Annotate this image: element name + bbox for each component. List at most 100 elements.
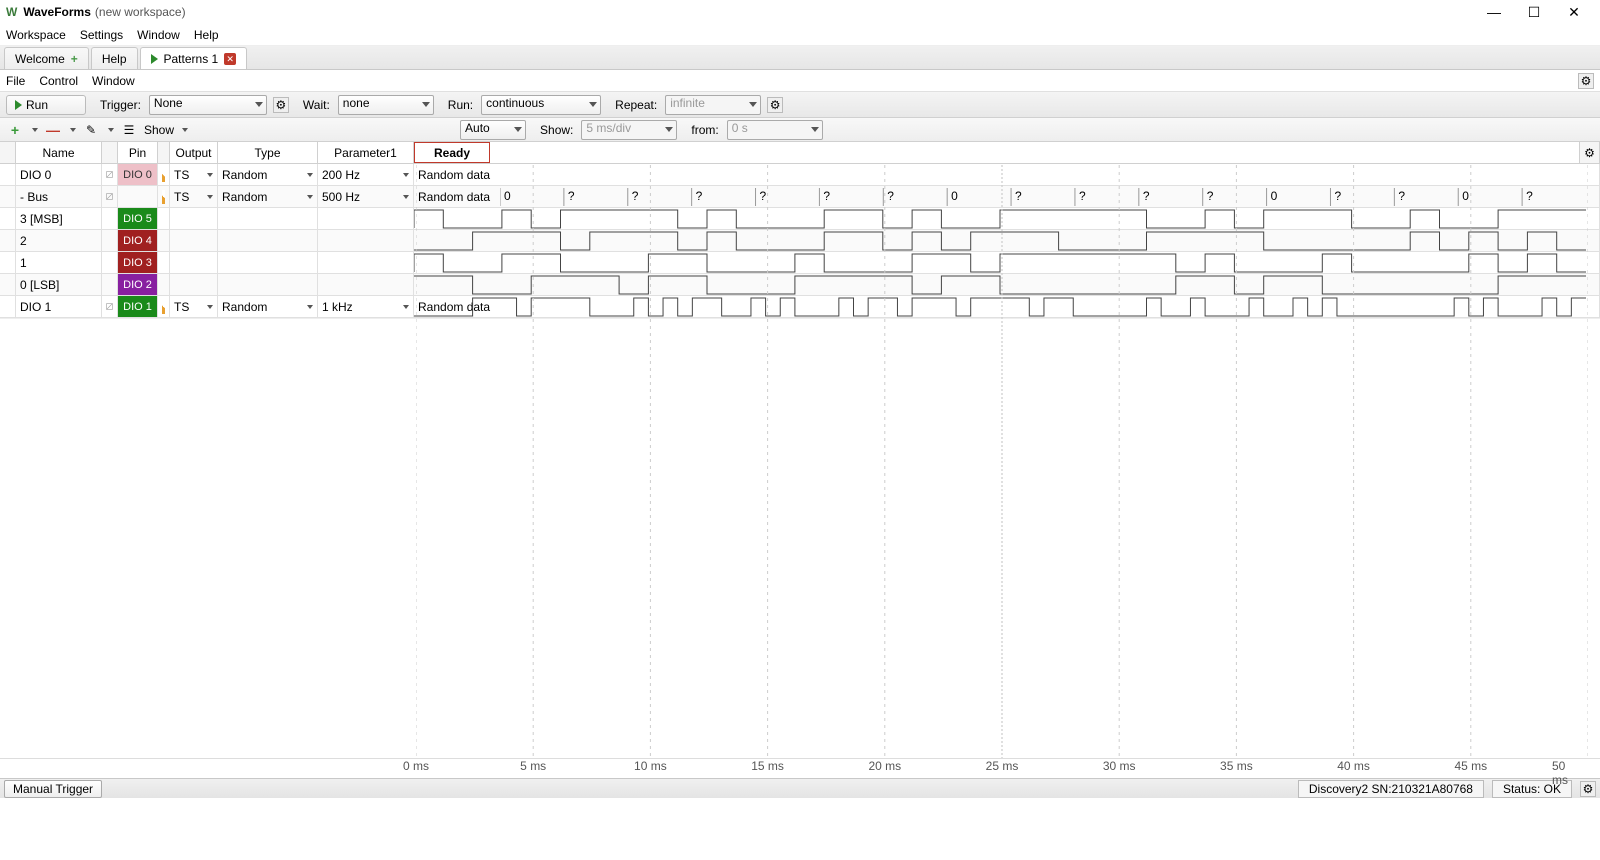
tab-welcome[interactable]: Welcome +	[4, 47, 89, 69]
menu-help[interactable]: Help	[194, 28, 219, 42]
run-label: Run	[26, 98, 48, 112]
trigger-icon[interactable]	[102, 274, 118, 295]
type-select[interactable]: Random	[218, 186, 318, 207]
edit-icon[interactable]	[158, 230, 170, 251]
tab-patterns[interactable]: Patterns 1 ✕	[140, 47, 248, 69]
auto-value: Auto	[465, 121, 490, 135]
expand-cell[interactable]	[0, 186, 16, 207]
param-select[interactable]: 200 Hz	[318, 164, 414, 185]
edit-icon[interactable]	[158, 186, 170, 207]
name-column[interactable]: Name	[16, 142, 102, 163]
menu-workspace[interactable]: Workspace	[6, 28, 66, 42]
runmode-select[interactable]: continuous	[481, 95, 601, 115]
icon-column	[102, 142, 118, 163]
signal-name[interactable]: 1	[16, 252, 102, 273]
edit-icon[interactable]	[158, 296, 170, 317]
trigger-settings-icon[interactable]: ⚙	[273, 97, 289, 113]
edit-icon[interactable]	[158, 252, 170, 273]
trigger-icon[interactable]	[102, 186, 118, 207]
expand-cell[interactable]	[0, 230, 16, 251]
output-select[interactable]: TS	[170, 164, 218, 185]
pin-badge[interactable]: DIO 1	[118, 296, 158, 317]
type-column[interactable]: Type	[218, 142, 318, 163]
menu-window[interactable]: Window	[137, 28, 180, 42]
expand-cell[interactable]	[0, 274, 16, 295]
tab-help[interactable]: Help	[91, 47, 138, 69]
signal-name[interactable]: DIO 0	[16, 164, 102, 185]
edit-icon[interactable]	[158, 274, 170, 295]
type-select	[218, 230, 318, 251]
output-select[interactable]: TS	[170, 186, 218, 207]
signal-name[interactable]: 0 [LSB]	[16, 274, 102, 295]
title-bar: W WaveForms (new workspace) ― ☐ ✕	[0, 0, 1600, 24]
expand-cell[interactable]	[0, 208, 16, 229]
submenu-file[interactable]: File	[6, 74, 25, 88]
chevron-down-icon[interactable]	[70, 128, 76, 132]
param-select[interactable]: 1 kHz	[318, 296, 414, 317]
signal-name[interactable]: 3 [MSB]	[16, 208, 102, 229]
trigger-icon[interactable]	[102, 230, 118, 251]
chevron-down-icon[interactable]	[182, 128, 188, 132]
trigger-icon[interactable]	[102, 208, 118, 229]
pin-badge[interactable]: DIO 4	[118, 230, 158, 251]
trigger-label: Trigger:	[100, 98, 141, 112]
signal-name[interactable]: 2	[16, 230, 102, 251]
minus-icon: —	[46, 122, 60, 138]
type-select	[218, 208, 318, 229]
edit-icon[interactable]	[158, 164, 170, 185]
param-select	[318, 208, 414, 229]
type-select[interactable]: Random	[218, 164, 318, 185]
expand-cell[interactable]	[0, 296, 16, 317]
list-icon[interactable]: ☰	[120, 121, 138, 139]
plot-region[interactable]	[0, 318, 1600, 758]
device-status: Discovery2 SN:210321A80768	[1298, 780, 1484, 798]
pin-badge[interactable]: DIO 3	[118, 252, 158, 273]
maximize-button[interactable]: ☐	[1514, 0, 1554, 24]
trigger-select[interactable]: None	[149, 95, 267, 115]
expand-cell[interactable]	[0, 252, 16, 273]
signal-name[interactable]: - Bus	[16, 186, 102, 207]
close-button[interactable]: ✕	[1554, 0, 1594, 24]
param-select	[318, 274, 414, 295]
remove-signal-button[interactable]: —	[44, 121, 62, 139]
minimize-button[interactable]: ―	[1474, 0, 1514, 24]
settings-icon[interactable]: ⚙	[1578, 73, 1594, 89]
trigger-icon[interactable]	[102, 296, 118, 317]
signal-name[interactable]: DIO 1	[16, 296, 102, 317]
pin-badge[interactable]: DIO 5	[118, 208, 158, 229]
repeat-select[interactable]: infinite	[665, 95, 761, 115]
close-icon[interactable]: ✕	[224, 53, 236, 65]
timebase-select[interactable]: 5 ms/div	[581, 120, 677, 140]
settings-column[interactable]: ⚙	[1580, 142, 1600, 163]
submenu-window[interactable]: Window	[92, 74, 135, 88]
menu-settings[interactable]: Settings	[80, 28, 123, 42]
output-select[interactable]: TS	[170, 296, 218, 317]
pin-badge[interactable]: DIO 2	[118, 274, 158, 295]
edit-button[interactable]: ✎	[82, 121, 100, 139]
param-select[interactable]: 500 Hz	[318, 186, 414, 207]
expand-cell[interactable]	[0, 164, 16, 185]
pin-column[interactable]: Pin	[118, 142, 158, 163]
trigger-icon[interactable]	[102, 164, 118, 185]
trigger-icon[interactable]	[102, 252, 118, 273]
add-signal-button[interactable]: +	[6, 121, 24, 139]
from-select[interactable]: 0 s	[727, 120, 823, 140]
show-button[interactable]: Show	[144, 123, 174, 137]
type-select[interactable]: Random	[218, 296, 318, 317]
chevron-down-icon[interactable]	[108, 128, 114, 132]
run-button[interactable]: Run	[6, 95, 86, 115]
timebase-value: 5 ms/div	[586, 121, 631, 135]
submenu-control[interactable]: Control	[39, 74, 78, 88]
output-column[interactable]: Output	[170, 142, 218, 163]
param-column[interactable]: Parameter1	[318, 142, 414, 163]
chevron-down-icon[interactable]	[32, 128, 38, 132]
repeat-label: Repeat:	[615, 98, 657, 112]
pin-badge[interactable]: DIO 0	[118, 164, 158, 185]
pin-badge[interactable]	[118, 186, 158, 207]
time-tick: 15 ms	[751, 759, 784, 773]
auto-select[interactable]: Auto	[460, 120, 526, 140]
repeat-settings-icon[interactable]: ⚙	[767, 97, 783, 113]
manual-trigger-button[interactable]: Manual Trigger	[4, 780, 102, 798]
wait-select[interactable]: none	[338, 95, 434, 115]
edit-icon[interactable]	[158, 208, 170, 229]
